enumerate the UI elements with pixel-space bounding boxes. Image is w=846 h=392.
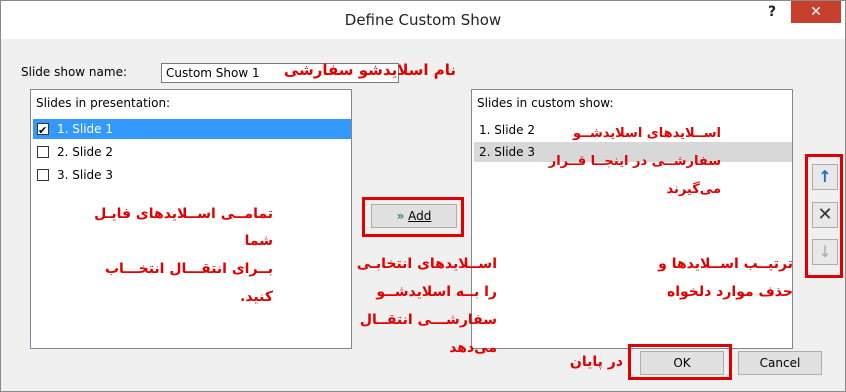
annotation-order-2: حذف موارد دلخواه xyxy=(666,284,793,300)
annotation-mid-2: را بــه اسلایدشــو xyxy=(376,284,497,300)
slides-in-custom-show-title: Slides in custom show: xyxy=(477,96,614,110)
help-button[interactable]: ? xyxy=(757,1,787,29)
checkbox-checked[interactable] xyxy=(37,121,49,141)
side-buttons-highlight-box xyxy=(805,154,843,278)
annotation-left-2: شما xyxy=(244,233,273,249)
list-item-label: 2. Slide 2 xyxy=(57,145,113,159)
list-item-label: 1. Slide 1 xyxy=(57,122,113,136)
annotation-left-3: بــرای انتقـــال انتخـــاب xyxy=(104,261,273,277)
annotation-order-1: ترتیــب اســلایدها و xyxy=(658,256,793,272)
add-highlight-box xyxy=(362,197,464,237)
list-item[interactable]: 1. Slide 1 xyxy=(33,119,351,141)
checkbox[interactable] xyxy=(37,169,49,181)
close-button[interactable]: ✕ xyxy=(791,1,841,23)
define-custom-show-dialog: Define Custom Show ? ✕ Slide show name: … xyxy=(0,0,846,392)
annotation-left-1: تمامــی اســلایدهای فایـل xyxy=(94,206,273,222)
annotation-mid-4: می‌دهد xyxy=(449,340,497,356)
cancel-button[interactable]: Cancel xyxy=(738,351,822,375)
title-bar: Define Custom Show ? ✕ xyxy=(1,1,845,39)
annotation-mid-3: سفارشـــی انتقــال xyxy=(359,312,497,328)
dialog-title: Define Custom Show xyxy=(344,11,502,29)
slides-in-presentation-title: Slides in presentation: xyxy=(36,96,171,110)
checkbox[interactable] xyxy=(37,146,49,158)
annotation-name: نام اسلایدشو سفارشی xyxy=(283,61,456,79)
annotation-right-3: می‌گیرند xyxy=(666,182,721,197)
list-item[interactable]: 3. Slide 3 xyxy=(33,165,351,185)
annotation-mid-1: اســلایدهای انتخابـی xyxy=(356,256,497,272)
annotation-right-1: اســلایدهای اسلایدشــو xyxy=(572,126,721,141)
ok-highlight-box xyxy=(628,344,732,380)
close-icon: ✕ xyxy=(810,4,822,20)
list-item[interactable]: 2. Slide 2 xyxy=(33,142,351,162)
annotation-left-4: کنید. xyxy=(240,289,273,305)
list-item-label: 3. Slide 3 xyxy=(57,168,113,182)
annotation-right-2: سفارشــی در اینجــا قــرار xyxy=(548,154,721,169)
slide-show-name-label: Slide show name: xyxy=(21,65,128,79)
annotation-final: در پایان xyxy=(569,354,623,370)
